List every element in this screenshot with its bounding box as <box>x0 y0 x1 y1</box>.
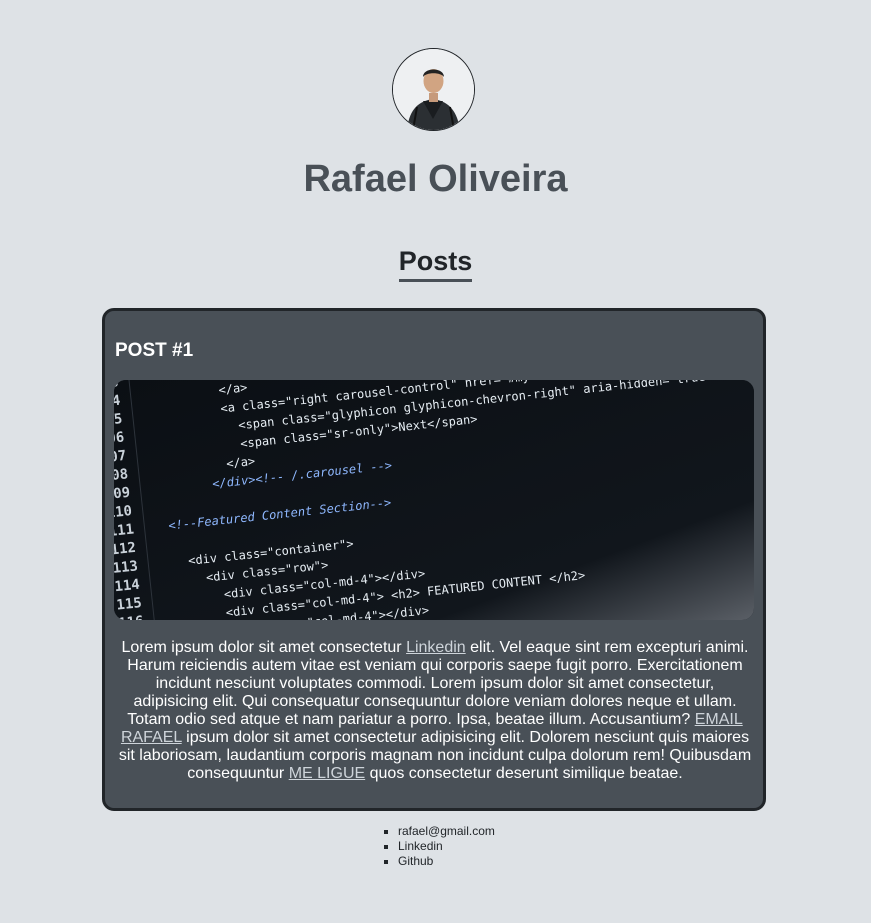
call-link[interactable]: ME LIGUE <box>289 765 365 782</box>
code-line-number: 111 <box>114 521 135 540</box>
code-line-number: 108 <box>114 466 129 485</box>
code-screenshot: 103<span class="sr-only">Previous</span>… <box>114 380 754 620</box>
avatar <box>392 48 475 131</box>
profile-name: Rafael Oliveira <box>303 158 568 200</box>
post-title: POST #1 <box>115 340 194 361</box>
code-line-number: 106 <box>114 429 125 448</box>
post-image: 103<span class="sr-only">Previous</span>… <box>114 380 754 620</box>
footer-item-github[interactable]: Github <box>398 854 495 869</box>
code-line-number: 115 <box>116 595 143 614</box>
code-line-number: 114 <box>114 577 141 596</box>
code-line-number: 113 <box>114 558 139 577</box>
posts-heading-label: Posts <box>398 246 473 282</box>
post-text-part: quos consectetur deserunt similique beat… <box>365 765 683 782</box>
avatar-image <box>393 49 474 130</box>
linkedin-link[interactable]: Linkedin <box>406 639 466 656</box>
posts-heading: Posts <box>0 246 871 282</box>
code-line-number: 110 <box>114 503 133 522</box>
footer-item-linkedin[interactable]: Linkedin <box>398 839 495 854</box>
post-body: Lorem ipsum dolor sit amet consectetur L… <box>117 639 753 783</box>
code-line-number: 107 <box>114 448 127 467</box>
footer-item-email[interactable]: rafael@gmail.com <box>398 824 495 839</box>
footer-links: rafael@gmail.com Linkedin Github <box>398 824 495 869</box>
code-line-number: 109 <box>114 485 131 504</box>
code-line-number: 112 <box>114 540 137 559</box>
post-card: POST #1 103<span class="sr-only">Previou… <box>102 308 766 811</box>
post-text-part: Lorem ipsum dolor sit amet consectetur <box>121 639 407 656</box>
